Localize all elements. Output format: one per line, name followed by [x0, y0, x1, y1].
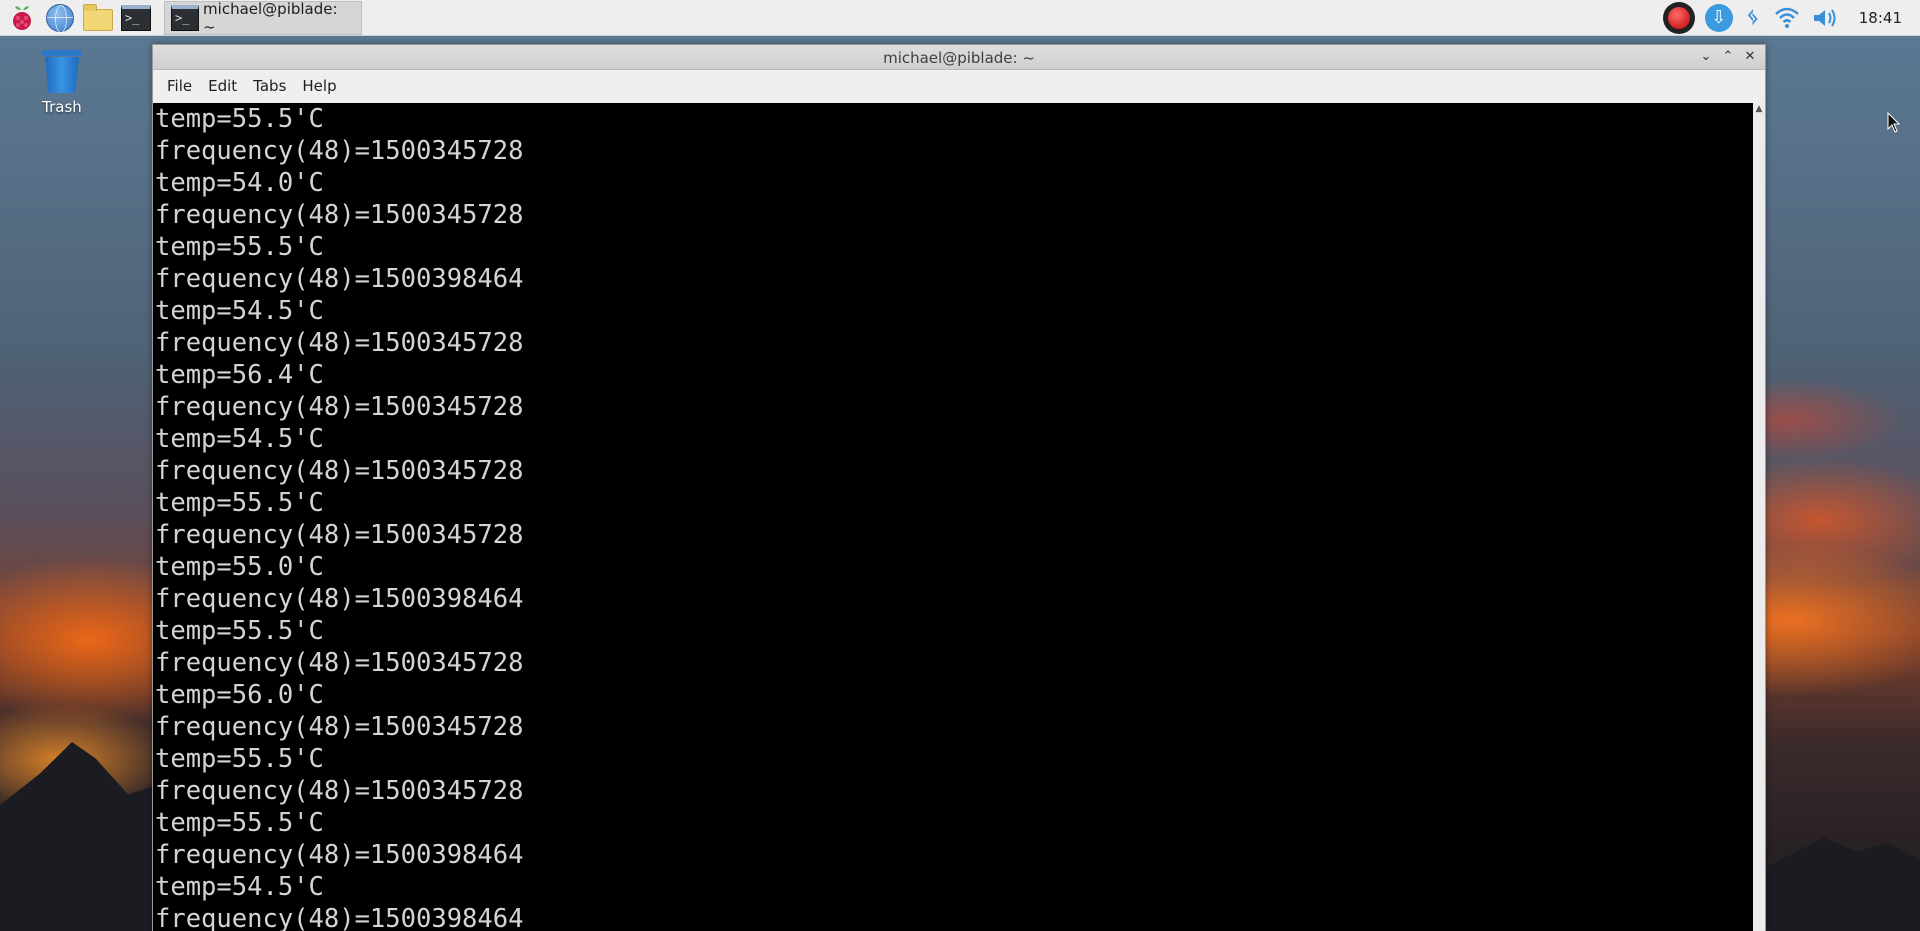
terminal-line: frequency(48)=1500345728 — [155, 648, 524, 678]
terminal-window: michael@piblade: ~ ⌄ ⌃ ✕ File Edit Tabs … — [152, 44, 1766, 931]
terminal-line: frequency(48)=1500345728 — [155, 456, 524, 486]
terminal-line: frequency(48)=1500345728 — [155, 520, 524, 550]
terminal-line: frequency(48)=1500345728 — [155, 776, 524, 806]
raspberry-menu-icon[interactable] — [6, 2, 38, 34]
minimize-button[interactable]: ⌄ — [1695, 47, 1717, 67]
taskbar-window-button[interactable]: >_ michael@piblade: ~ — [164, 0, 362, 36]
terminal-line: temp=54.5'C — [155, 296, 324, 326]
terminal-line: temp=55.5'C — [155, 808, 324, 838]
terminal-line: temp=56.4'C — [155, 360, 324, 390]
terminal-line: frequency(48)=1500398464 — [155, 264, 524, 294]
terminal-line: frequency(48)=1500345728 — [155, 328, 524, 358]
bluetooth-icon[interactable]: ᛃ — [1743, 4, 1763, 32]
terminal-line: frequency(48)=1500345728 — [155, 712, 524, 742]
mouse-cursor-icon — [1887, 112, 1901, 133]
terminal-line: frequency(48)=1500345728 — [155, 200, 524, 230]
system-tray: ⇩ ᛃ 18:41 — [1662, 0, 1920, 36]
terminal-line: temp=55.5'C — [155, 232, 324, 262]
terminal-line: temp=55.5'C — [155, 488, 324, 518]
terminal-line: frequency(48)=1500398464 — [155, 840, 524, 870]
trash-label: Trash — [42, 98, 82, 116]
terminal-icon: >_ — [171, 4, 200, 31]
desktop-trash[interactable]: Trash — [40, 50, 84, 116]
wallpaper-mountain-left — [0, 742, 160, 931]
terminal-line: temp=54.0'C — [155, 168, 324, 198]
volume-icon[interactable] — [1811, 4, 1841, 32]
terminal-line: temp=56.0'C — [155, 680, 324, 710]
web-browser-icon[interactable] — [44, 2, 76, 34]
terminal-line: frequency(48)=1500398464 — [155, 904, 524, 931]
menu-edit[interactable]: Edit — [200, 73, 245, 99]
taskbar-window-label: michael@piblade: ~ — [203, 0, 338, 36]
clock[interactable]: 18:41 — [1859, 9, 1902, 27]
wallpaper-mountain-right — [1760, 837, 1920, 931]
trash-icon — [42, 50, 82, 94]
terminal-line: frequency(48)=1500398464 — [155, 584, 524, 614]
terminal-output[interactable]: temp=55.5'C frequency(48)=1500345728 temp=… — [153, 103, 1754, 931]
close-button[interactable]: ✕ — [1739, 47, 1761, 67]
window-titlebar[interactable]: michael@piblade: ~ ⌄ ⌃ ✕ — [153, 45, 1765, 70]
terminal-line: frequency(48)=1500345728 — [155, 392, 524, 422]
terminal-line: temp=55.0'C — [155, 552, 324, 582]
menu-file[interactable]: File — [159, 73, 200, 99]
terminal-line: temp=55.5'C — [155, 104, 324, 134]
maximize-button[interactable]: ⌃ — [1717, 47, 1739, 67]
scroll-up-arrow-icon[interactable]: ▲ — [1753, 103, 1765, 115]
file-manager-icon[interactable] — [82, 2, 114, 34]
wifi-icon[interactable] — [1773, 4, 1801, 32]
terminal-scrollbar[interactable]: ▲ — [1753, 103, 1765, 931]
window-controls: ⌄ ⌃ ✕ — [1695, 47, 1761, 67]
terminal-launcher-icon[interactable]: >_ — [120, 2, 152, 34]
taskbar: >_ >_ michael@piblade: ~ ⇩ ᛃ 18:41 — [0, 0, 1920, 36]
terminal-line: temp=54.5'C — [155, 424, 324, 454]
menu-bar: File Edit Tabs Help — [153, 70, 1765, 102]
terminal-line: temp=55.5'C — [155, 616, 324, 646]
record-icon[interactable] — [1662, 2, 1695, 34]
window-title: michael@piblade: ~ — [883, 49, 1035, 67]
terminal-line: frequency(48)=1500345728 — [155, 136, 524, 166]
menu-help[interactable]: Help — [294, 73, 344, 99]
terminal-line: temp=54.5'C — [155, 872, 324, 902]
menu-tabs[interactable]: Tabs — [245, 73, 294, 99]
updates-download-icon[interactable]: ⇩ — [1704, 4, 1733, 32]
terminal-line: temp=55.5'C — [155, 744, 324, 774]
